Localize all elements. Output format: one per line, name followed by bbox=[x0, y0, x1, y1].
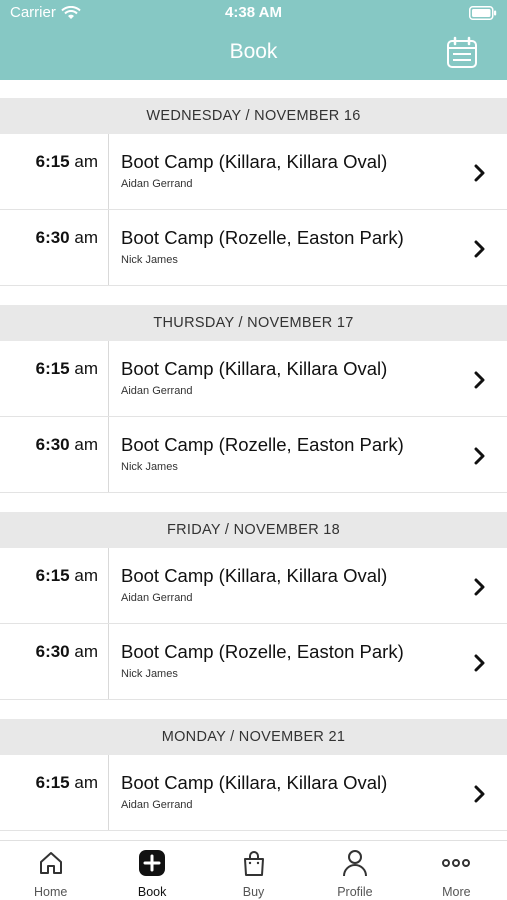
class-row[interactable]: 6:15 am Boot Camp (Killara, Killara Oval… bbox=[0, 755, 507, 831]
day-section: MONDAY / NOVEMBER 21 6:15 am Boot Camp (… bbox=[0, 719, 507, 831]
time-column: 6:30 am bbox=[0, 210, 109, 285]
tab-home-label: Home bbox=[34, 885, 68, 899]
tab-profile-label: Profile bbox=[337, 885, 373, 899]
page-title: Book bbox=[229, 40, 278, 63]
battery-icon bbox=[469, 6, 497, 20]
class-row[interactable]: 6:15 am Boot Camp (Killara, Killara Oval… bbox=[0, 134, 507, 210]
class-title: Boot Camp (Killara, Killara Oval) bbox=[121, 772, 388, 793]
class-coach: Aidan Gerrand bbox=[121, 799, 193, 811]
class-time-ampm: am bbox=[74, 773, 98, 792]
class-row[interactable]: 6:30 am Boot Camp (Rozelle, Easton Park)… bbox=[0, 417, 507, 493]
class-title: Boot Camp (Rozelle, Easton Park) bbox=[121, 434, 404, 455]
class-time-value: 6:30 bbox=[35, 228, 70, 247]
time-column: 6:15 am bbox=[0, 548, 109, 623]
tab-book-label: Book bbox=[137, 885, 167, 899]
schedule-list[interactable]: WEDNESDAY / NOVEMBER 16 6:15 am Boot Cam… bbox=[0, 80, 507, 840]
day-header: WEDNESDAY / NOVEMBER 16 bbox=[0, 98, 507, 134]
class-title: Boot Camp (Rozelle, Easton Park) bbox=[121, 227, 404, 248]
chevron-right-icon[interactable] bbox=[473, 785, 485, 803]
class-time: 6:15 am bbox=[36, 566, 98, 586]
class-coach: Aidan Gerrand bbox=[121, 178, 193, 190]
section-gap bbox=[0, 286, 507, 305]
tab-more[interactable]: More bbox=[406, 841, 507, 900]
class-time: 6:15 am bbox=[36, 359, 98, 379]
class-time-value: 6:30 bbox=[35, 642, 70, 661]
class-row[interactable]: 6:15 am Boot Camp (Killara, Killara Oval… bbox=[0, 548, 507, 624]
tab-profile[interactable]: Profile bbox=[304, 841, 405, 900]
day-header: MONDAY / NOVEMBER 21 bbox=[0, 719, 507, 755]
class-time: 6:15 am bbox=[36, 152, 98, 172]
section-gap bbox=[0, 700, 507, 719]
class-time-ampm: am bbox=[74, 435, 98, 454]
shopping-bag-icon bbox=[243, 851, 264, 876]
class-time-value: 6:15 bbox=[35, 566, 70, 585]
class-coach: Nick James bbox=[121, 254, 178, 266]
class-time-ampm: am bbox=[74, 152, 98, 171]
chevron-right-icon[interactable] bbox=[473, 240, 485, 258]
class-title: Boot Camp (Rozelle, Easton Park) bbox=[121, 641, 404, 662]
user-icon bbox=[342, 850, 367, 877]
class-time-ampm: am bbox=[74, 642, 98, 661]
chevron-right-icon[interactable] bbox=[473, 654, 485, 672]
tab-more-label: More bbox=[442, 885, 471, 899]
home-icon bbox=[39, 852, 62, 874]
time-column: 6:15 am bbox=[0, 755, 109, 830]
tab-bar: Home Book Buy Profile More bbox=[0, 840, 507, 900]
class-time: 6:15 am bbox=[36, 773, 98, 793]
class-time-ampm: am bbox=[74, 359, 98, 378]
class-time: 6:30 am bbox=[36, 228, 98, 248]
chevron-right-icon[interactable] bbox=[473, 371, 485, 389]
time-column: 6:15 am bbox=[0, 134, 109, 209]
class-time-value: 6:15 bbox=[35, 152, 70, 171]
section-gap bbox=[0, 493, 507, 512]
tab-home[interactable]: Home bbox=[0, 841, 101, 900]
time-column: 6:15 am bbox=[0, 341, 109, 416]
plus-icon bbox=[139, 850, 166, 876]
status-bar: Carrier 4:38 AM bbox=[0, 0, 507, 26]
more-icon bbox=[442, 859, 471, 867]
list-top-spacer bbox=[0, 80, 507, 98]
app-header: Carrier 4:38 AM Book bbox=[0, 0, 507, 80]
class-coach: Aidan Gerrand bbox=[121, 592, 193, 604]
class-time-value: 6:15 bbox=[35, 359, 70, 378]
chevron-right-icon[interactable] bbox=[473, 164, 485, 182]
class-title: Boot Camp (Killara, Killara Oval) bbox=[121, 151, 388, 172]
class-time: 6:30 am bbox=[36, 642, 98, 662]
class-title: Boot Camp (Killara, Killara Oval) bbox=[121, 565, 388, 586]
class-time: 6:30 am bbox=[36, 435, 98, 455]
class-title: Boot Camp (Killara, Killara Oval) bbox=[121, 358, 388, 379]
status-time: 4:38 AM bbox=[225, 4, 282, 21]
class-coach: Nick James bbox=[121, 461, 178, 473]
chevron-right-icon[interactable] bbox=[473, 447, 485, 465]
time-column: 6:30 am bbox=[0, 417, 109, 492]
day-section: FRIDAY / NOVEMBER 18 6:15 am Boot Camp (… bbox=[0, 512, 507, 700]
class-coach: Aidan Gerrand bbox=[121, 385, 193, 397]
class-coach: Nick James bbox=[121, 668, 178, 680]
day-section: WEDNESDAY / NOVEMBER 16 6:15 am Boot Cam… bbox=[0, 98, 507, 286]
class-time-ampm: am bbox=[74, 566, 98, 585]
class-row[interactable]: 6:30 am Boot Camp (Rozelle, Easton Park)… bbox=[0, 624, 507, 700]
time-column: 6:30 am bbox=[0, 624, 109, 699]
calendar-icon[interactable] bbox=[445, 36, 479, 70]
tab-book[interactable]: Book bbox=[101, 841, 202, 900]
tab-buy-label: Buy bbox=[242, 885, 265, 899]
class-time-ampm: am bbox=[74, 228, 98, 247]
day-header: THURSDAY / NOVEMBER 17 bbox=[0, 305, 507, 341]
class-row[interactable]: 6:30 am Boot Camp (Rozelle, Easton Park)… bbox=[0, 210, 507, 286]
chevron-right-icon[interactable] bbox=[473, 578, 485, 596]
class-time-value: 6:30 bbox=[35, 435, 70, 454]
day-header: FRIDAY / NOVEMBER 18 bbox=[0, 512, 507, 548]
class-time-value: 6:15 bbox=[35, 773, 70, 792]
day-section: THURSDAY / NOVEMBER 17 6:15 am Boot Camp… bbox=[0, 305, 507, 493]
tab-buy[interactable]: Buy bbox=[203, 841, 304, 900]
class-row[interactable]: 6:15 am Boot Camp (Killara, Killara Oval… bbox=[0, 341, 507, 417]
